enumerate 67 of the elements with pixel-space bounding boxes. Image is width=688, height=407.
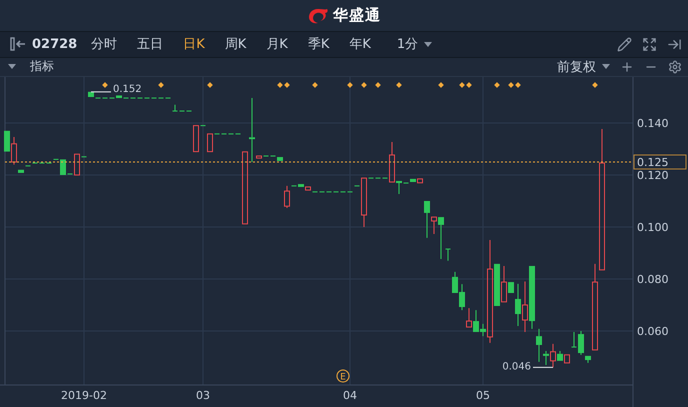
event-marker-icon[interactable] bbox=[438, 82, 444, 88]
date-axis-label: 03 bbox=[196, 389, 210, 402]
add-icon[interactable] bbox=[620, 60, 634, 74]
event-marker-icon[interactable] bbox=[312, 82, 318, 88]
pencil-icon[interactable] bbox=[617, 36, 632, 52]
leader-line bbox=[90, 91, 112, 92]
event-marker-icon[interactable] bbox=[459, 82, 465, 88]
period-tab[interactable]: 季K bbox=[308, 35, 330, 54]
candlestick bbox=[172, 104, 178, 112]
period-tab[interactable]: 五日 bbox=[137, 35, 164, 54]
exit-to-line-icon[interactable] bbox=[667, 36, 682, 52]
stock-code: 02728 bbox=[32, 36, 78, 52]
price-tag: 0.125 bbox=[634, 154, 686, 170]
period-tab[interactable]: 日K bbox=[183, 35, 205, 54]
indicator-toggle[interactable]: 指标 bbox=[8, 58, 54, 76]
candlestick bbox=[361, 178, 367, 228]
period-tab[interactable]: 分时 bbox=[91, 35, 118, 54]
high-price-label: 0.152 bbox=[113, 84, 142, 95]
period-tab[interactable]: 年K bbox=[349, 35, 371, 54]
event-marker-icon[interactable] bbox=[515, 82, 521, 88]
candlestick bbox=[446, 248, 450, 262]
event-marker-icon[interactable] bbox=[284, 82, 290, 88]
event-marker-icon[interactable] bbox=[347, 82, 353, 88]
caret-icon bbox=[602, 64, 610, 70]
event-marker-icon[interactable] bbox=[375, 82, 381, 88]
app-name: 华盛通 bbox=[333, 6, 381, 26]
settings-icon[interactable] bbox=[668, 60, 682, 74]
event-marker-icon[interactable] bbox=[207, 82, 213, 88]
event-marker-icon[interactable] bbox=[592, 82, 598, 88]
period-tab[interactable]: 周K bbox=[224, 35, 246, 54]
leader-line bbox=[532, 366, 554, 368]
candlestick bbox=[82, 156, 86, 158]
event-marker-icon[interactable] bbox=[158, 82, 164, 88]
expand-icon[interactable] bbox=[642, 36, 657, 52]
event-badge[interactable]: E bbox=[336, 370, 350, 382]
low-price-label: 0.046 bbox=[502, 361, 531, 372]
ref-line-label: 0.125 bbox=[637, 156, 668, 169]
price-axis-label: 0.100 bbox=[637, 220, 668, 234]
logo-icon bbox=[307, 6, 329, 25]
candlestick bbox=[200, 125, 206, 126]
candlestick bbox=[284, 185, 290, 208]
event-marker-icon[interactable] bbox=[102, 82, 108, 88]
candlestick bbox=[74, 154, 80, 176]
candlestick bbox=[193, 125, 199, 152]
candlestick bbox=[68, 173, 72, 174]
period-tab[interactable]: 月K bbox=[266, 35, 288, 54]
date-axis-label: 2019-02 bbox=[61, 389, 107, 402]
caret-icon bbox=[424, 42, 432, 47]
price-axis-label: 0.060 bbox=[637, 324, 668, 338]
date-axis-label: 05 bbox=[476, 389, 490, 402]
collapse-panel-icon[interactable] bbox=[10, 37, 26, 52]
candlestick bbox=[60, 159, 66, 175]
event-marker-icon[interactable] bbox=[508, 82, 514, 88]
event-marker-icon[interactable] bbox=[277, 82, 283, 88]
interval-dropdown[interactable]: 1分 bbox=[396, 35, 432, 54]
event-marker-icon[interactable] bbox=[361, 82, 367, 88]
price-axis-label: 0.120 bbox=[637, 169, 668, 182]
adjustment-dropdown[interactable]: 前复权 bbox=[557, 58, 610, 76]
candlestick bbox=[572, 331, 576, 348]
event-marker-icon[interactable] bbox=[396, 82, 402, 88]
candlestick bbox=[207, 133, 213, 152]
price-axis-label: 0.140 bbox=[637, 117, 668, 130]
price-axis-label: 0.080 bbox=[637, 272, 668, 286]
date-axis-label: 04 bbox=[343, 389, 357, 402]
caret-icon bbox=[8, 64, 16, 70]
event-marker-icon[interactable] bbox=[494, 82, 500, 88]
event-marker-icon[interactable] bbox=[466, 82, 472, 88]
